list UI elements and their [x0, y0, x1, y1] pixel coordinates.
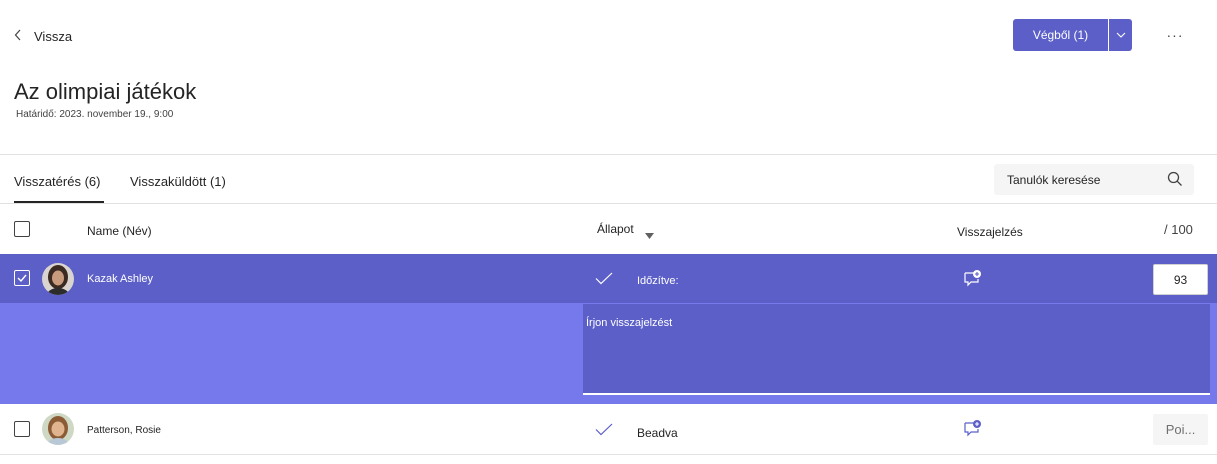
search-icon[interactable] [1167, 171, 1183, 192]
feedback-placeholder: Írjon visszajelzést [586, 317, 673, 329]
assignment-title: Az olimpiai játékok [14, 79, 197, 104]
column-header-feedback: Visszajelzés [957, 225, 1023, 239]
chevron-left-icon [14, 28, 22, 44]
select-all-checkbox[interactable] [14, 221, 30, 237]
student-name[interactable]: Kazak Ashley [87, 273, 153, 285]
student-name[interactable]: Patterson, Rosie [87, 425, 161, 436]
row-checkbox[interactable] [14, 421, 30, 437]
return-dropdown-button[interactable] [1108, 19, 1132, 51]
checkmark-icon [595, 423, 613, 441]
column-header-name[interactable]: Name (Név) [87, 224, 152, 238]
add-feedback-icon[interactable] [963, 269, 982, 292]
column-header-status[interactable]: Állapot [597, 222, 634, 236]
status-text: Időzítve: [637, 275, 679, 287]
add-feedback-icon[interactable] [963, 419, 982, 442]
back-button[interactable]: Vissza [14, 28, 72, 44]
back-label: Vissza [34, 28, 73, 44]
divider [0, 203, 1217, 204]
return-split-button: Végből (1) [1013, 19, 1132, 51]
search-input[interactable] [1007, 172, 1157, 187]
check-icon [17, 274, 27, 283]
return-button[interactable]: Végből (1) [1013, 19, 1108, 51]
status-text: Beadva [637, 426, 678, 440]
column-header-points: / 100 [1164, 222, 1193, 237]
chevron-down-icon [1116, 32, 1125, 38]
avatar [42, 263, 74, 295]
divider [0, 154, 1217, 155]
assignment-deadline: Határidő: 2023. november 19., 9:00 [16, 109, 174, 120]
points-input[interactable]: Poi... [1153, 414, 1208, 445]
tab-returned[interactable]: Visszaküldött (1) [130, 174, 226, 189]
tab-return[interactable]: Visszatérés (6) [14, 174, 100, 189]
points-input[interactable]: 93 [1153, 264, 1208, 295]
divider [0, 454, 1217, 455]
student-search [994, 164, 1194, 195]
feedback-textarea[interactable]: Írjon visszajelzést [583, 304, 1210, 395]
checkmark-icon [595, 272, 613, 290]
avatar [42, 413, 74, 445]
row-checkbox-checked[interactable] [14, 270, 30, 286]
sort-down-icon[interactable] [645, 226, 654, 244]
more-options-button[interactable]: ··· [1163, 24, 1187, 46]
